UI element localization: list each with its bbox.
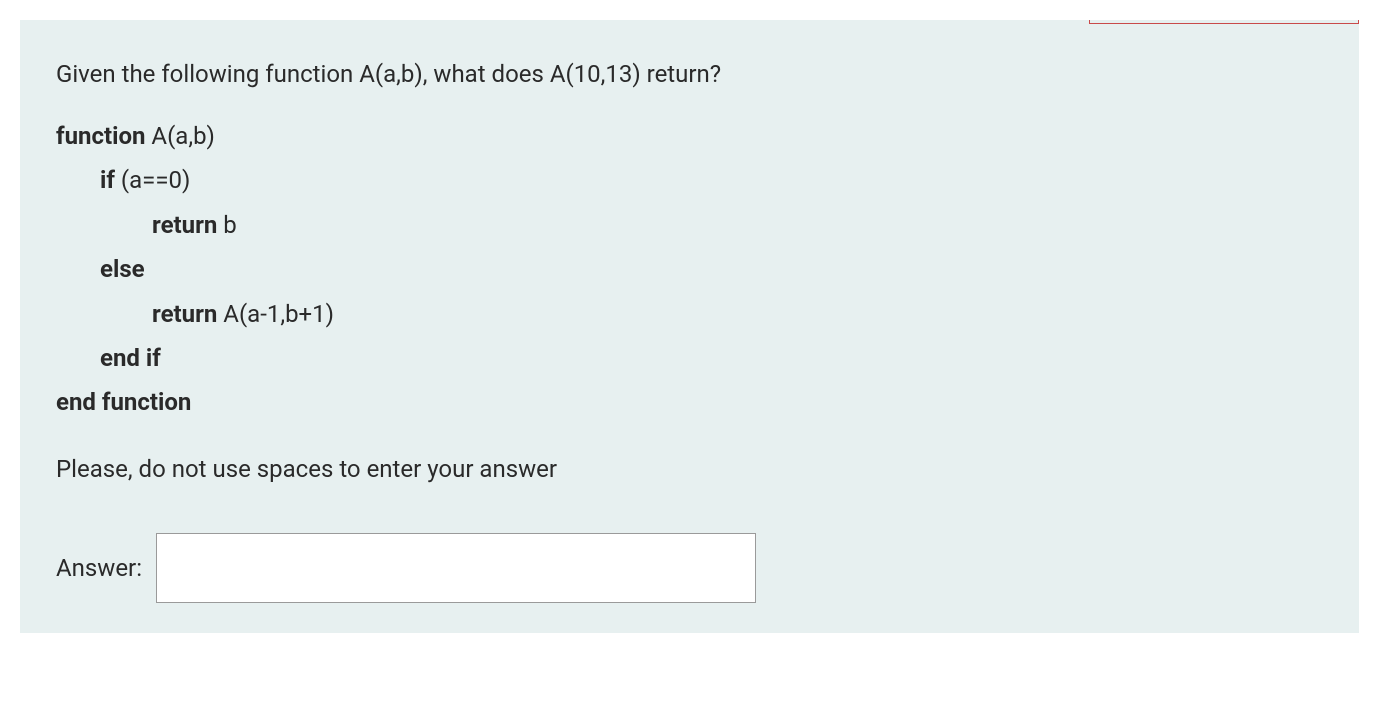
pseudocode-block: function A(a,b) if (a==0) return b else … — [56, 114, 1323, 425]
keyword-return: return — [152, 300, 217, 328]
keyword-else: else — [100, 255, 145, 283]
keyword-if: if — [100, 166, 115, 194]
keyword-return: return — [152, 211, 217, 239]
question-panel: Given the following function A(a,b), wha… — [20, 20, 1359, 633]
code-line-6: end if — [56, 336, 1323, 380]
code-line-7: end function — [56, 380, 1323, 424]
code-line-3: return b — [56, 203, 1323, 247]
code-text: A(a,b) — [145, 122, 214, 150]
answer-label: Answer: — [56, 554, 142, 582]
code-line-2: if (a==0) — [56, 158, 1323, 202]
code-text: (a==0) — [115, 166, 190, 194]
answer-row: Answer: — [56, 533, 1323, 603]
code-line-5: return A(a-1,b+1) — [56, 292, 1323, 336]
code-text: b — [217, 211, 236, 239]
keyword-endif: end if — [100, 344, 161, 372]
code-line-1: function A(a,b) — [56, 114, 1323, 158]
answer-input[interactable] — [156, 533, 756, 603]
code-line-4: else — [56, 247, 1323, 291]
top-right-border-fragment — [1089, 20, 1359, 24]
answer-instruction: Please, do not use spaces to enter your … — [56, 455, 1323, 483]
code-text: A(a-1,b+1) — [217, 300, 334, 328]
keyword-endfunction: end function — [56, 388, 191, 416]
question-prompt: Given the following function A(a,b), wha… — [56, 56, 1323, 92]
keyword-function: function — [56, 122, 145, 150]
